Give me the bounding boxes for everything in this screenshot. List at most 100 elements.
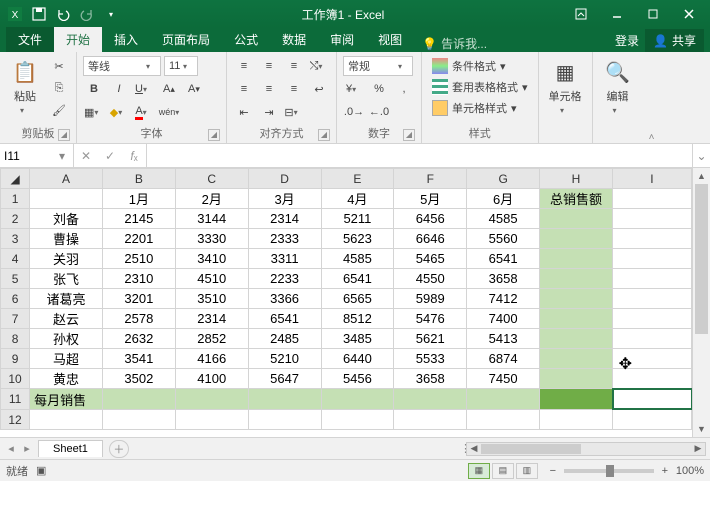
cell[interactable] [540, 410, 613, 430]
col-header[interactable]: E [321, 169, 394, 189]
cell[interactable]: 2632 [102, 329, 175, 349]
col-header[interactable]: D [248, 169, 321, 189]
paste-button[interactable]: 📋 粘贴 ▾ [6, 56, 44, 117]
font-dialog-icon[interactable]: ◢ [208, 129, 220, 141]
cell[interactable]: 5533 [394, 349, 467, 369]
cell[interactable] [540, 289, 613, 309]
cell[interactable] [612, 329, 691, 349]
cell[interactable]: 5476 [394, 309, 467, 329]
cell[interactable]: 5413 [467, 329, 540, 349]
cell[interactable]: 马超 [30, 349, 103, 369]
row-header[interactable]: 7 [1, 309, 30, 329]
sheet-nav-first-icon[interactable]: ◂ [4, 442, 18, 455]
zoom-in-button[interactable]: + [658, 465, 672, 477]
cell[interactable] [540, 229, 613, 249]
cell[interactable]: 5465 [394, 249, 467, 269]
decrease-decimal-button[interactable]: ←.0 [368, 102, 390, 122]
cell[interactable]: 2201 [102, 229, 175, 249]
bold-button[interactable]: B [83, 79, 105, 99]
tab-data[interactable]: 数据 [270, 27, 318, 52]
cell[interactable]: 2314 [175, 309, 248, 329]
cell[interactable] [540, 249, 613, 269]
col-header[interactable]: A [30, 169, 103, 189]
border-button[interactable]: ▦▾ [83, 102, 105, 122]
cell[interactable]: 2145 [102, 209, 175, 229]
editing-button[interactable]: 🔍 编辑 ▾ [599, 56, 637, 117]
cell[interactable]: 6月 [467, 189, 540, 209]
col-header[interactable]: C [175, 169, 248, 189]
cell[interactable]: 诸葛亮 [30, 289, 103, 309]
cell[interactable]: 5211 [321, 209, 394, 229]
col-header[interactable]: I [612, 169, 691, 189]
view-page-break-button[interactable]: ▥ [516, 463, 538, 479]
cell[interactable]: 6440 [321, 349, 394, 369]
col-header[interactable]: F [394, 169, 467, 189]
row-header[interactable]: 12 [1, 410, 30, 430]
cell[interactable]: 3541 [102, 349, 175, 369]
cell[interactable]: 3502 [102, 369, 175, 389]
percent-button[interactable]: % [368, 79, 390, 99]
cell[interactable] [612, 289, 691, 309]
cell[interactable] [102, 389, 175, 410]
macro-record-icon[interactable]: ▣ [36, 464, 46, 477]
currency-button[interactable]: ¥▾ [343, 79, 365, 99]
name-box-dropdown-icon[interactable]: ▾ [55, 149, 69, 163]
cell[interactable]: 曹操 [30, 229, 103, 249]
cell[interactable] [30, 189, 103, 209]
zoom-thumb[interactable] [606, 465, 614, 477]
cell[interactable]: 1月 [102, 189, 175, 209]
cut-button[interactable]: ✂ [48, 56, 70, 76]
cell[interactable] [540, 309, 613, 329]
cell[interactable]: 5989 [394, 289, 467, 309]
scroll-thumb[interactable] [695, 184, 708, 334]
cell[interactable]: 2578 [102, 309, 175, 329]
copy-button[interactable]: ⎘ [48, 78, 70, 98]
align-right-button[interactable]: ≡ [283, 79, 305, 99]
row-header[interactable]: 8 [1, 329, 30, 349]
cell[interactable]: 6646 [394, 229, 467, 249]
add-sheet-button[interactable]: ＋ [109, 440, 129, 458]
cell[interactable] [30, 410, 103, 430]
cell[interactable] [540, 369, 613, 389]
cell[interactable]: 4585 [321, 249, 394, 269]
cell-selected[interactable] [613, 389, 692, 409]
cell[interactable] [612, 189, 691, 209]
align-left-button[interactable]: ≡ [233, 79, 255, 99]
cell[interactable]: 2310 [102, 269, 175, 289]
align-dialog-icon[interactable]: ◢ [318, 129, 330, 141]
cell[interactable]: 4100 [175, 369, 248, 389]
clipboard-dialog-icon[interactable]: ◢ [58, 129, 70, 141]
spreadsheet-grid[interactable]: ◢ABCDEFGHI11月2月3月4月5月6月总销售额2刘备2145314423… [0, 168, 692, 437]
scroll-right-icon[interactable]: ▶ [691, 443, 705, 455]
col-header[interactable]: H [540, 169, 613, 189]
collapse-ribbon-icon[interactable]: ˄ [643, 52, 661, 143]
cell[interactable]: 赵云 [30, 309, 103, 329]
maximize-icon[interactable] [636, 3, 670, 25]
cell[interactable]: 5210 [248, 349, 321, 369]
tab-layout[interactable]: 页面布局 [150, 27, 222, 52]
tab-formulas[interactable]: 公式 [222, 27, 270, 52]
cell[interactable]: 2510 [102, 249, 175, 269]
fill-color-button[interactable]: ◆▾ [108, 102, 130, 122]
cell[interactable]: 总销售额 [540, 189, 613, 209]
cell[interactable]: 4510 [175, 269, 248, 289]
cell[interactable]: 2314 [248, 209, 321, 229]
cell[interactable] [467, 389, 540, 410]
cell[interactable]: 7400 [467, 309, 540, 329]
font-color-button[interactable]: A▾ [133, 102, 155, 122]
cell[interactable]: 4585 [467, 209, 540, 229]
view-normal-button[interactable]: ▦ [468, 463, 490, 479]
row-header[interactable]: 1 [1, 189, 30, 209]
cell[interactable]: 6541 [248, 309, 321, 329]
view-page-layout-button[interactable]: ▤ [492, 463, 514, 479]
select-all-corner[interactable]: ◢ [1, 169, 30, 189]
cell[interactable] [321, 389, 394, 410]
indent-increase-button[interactable]: ⇥ [258, 102, 280, 122]
sheet-tab-1[interactable]: Sheet1 [38, 440, 103, 457]
cell[interactable] [102, 410, 175, 430]
sheet-nav-last-icon[interactable]: ▸ [20, 442, 34, 455]
cell[interactable]: 3410 [175, 249, 248, 269]
tab-review[interactable]: 审阅 [318, 27, 366, 52]
phonetic-button[interactable]: wén▾ [158, 102, 180, 122]
shrink-font-button[interactable]: A▾ [183, 79, 205, 99]
